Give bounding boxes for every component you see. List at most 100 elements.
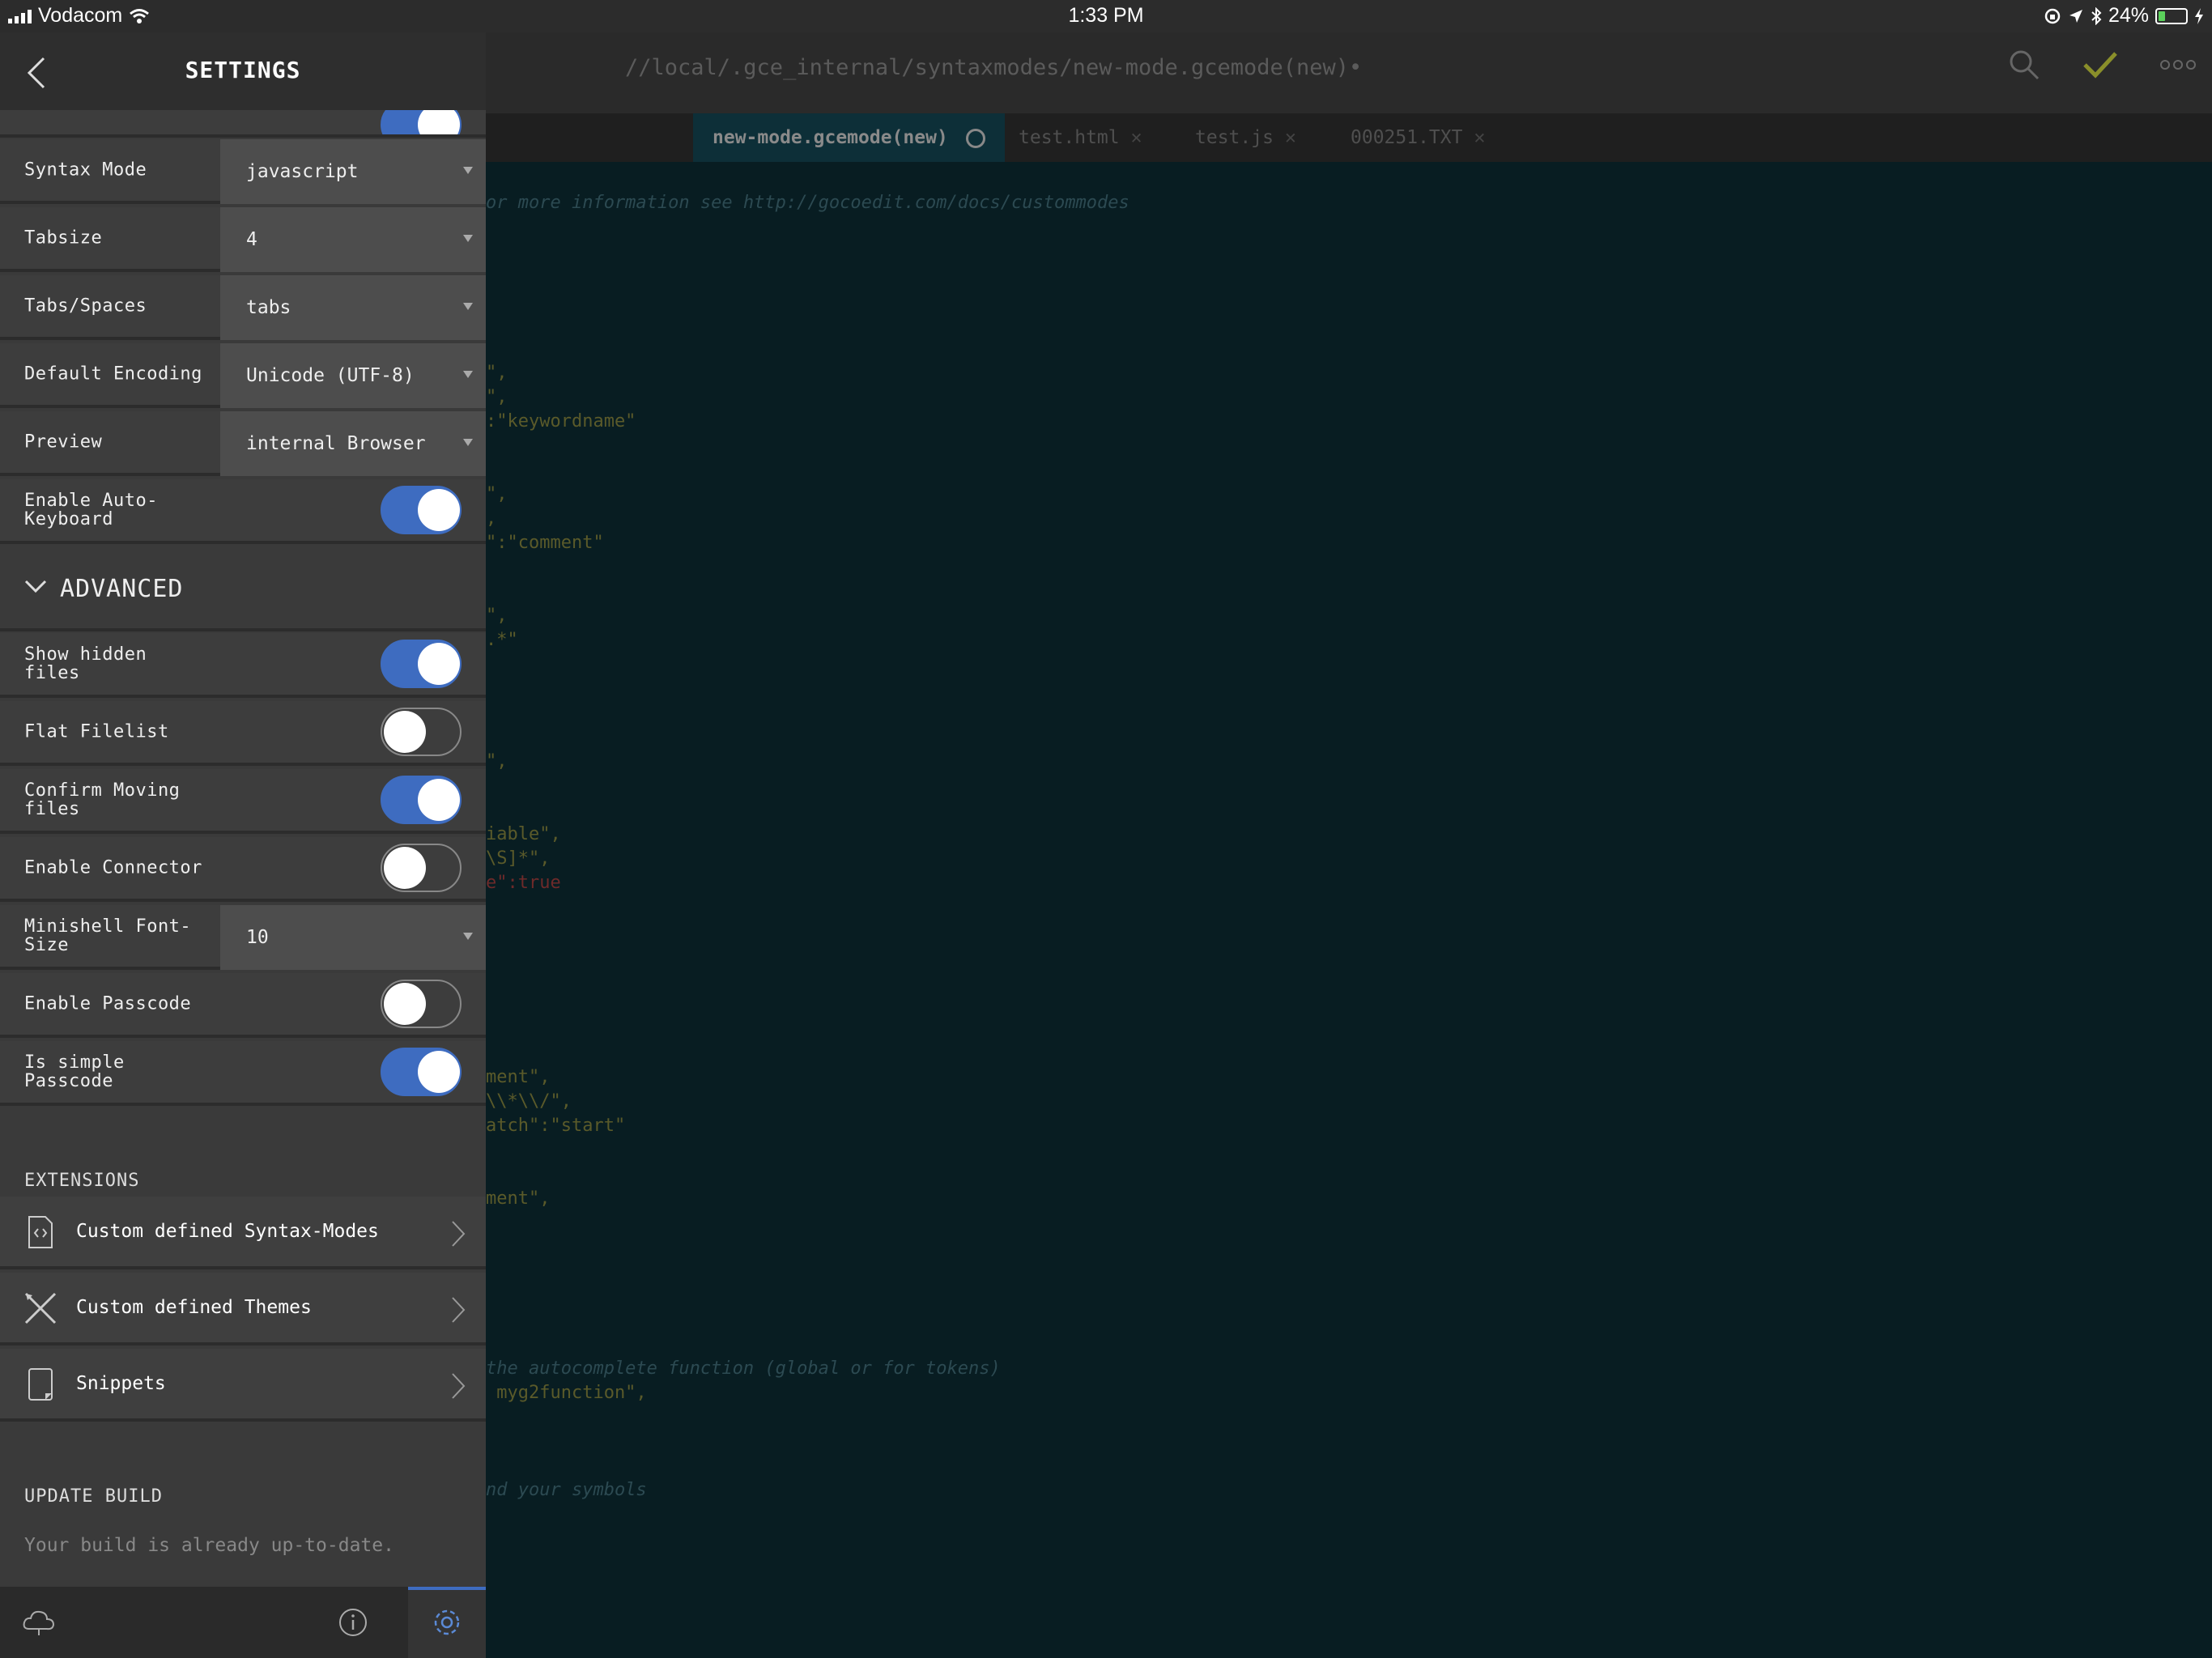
search-icon[interactable] — [2008, 49, 2040, 81]
dropdown-arrow-icon — [463, 303, 473, 310]
setting-auto-keyboard: Enable Auto-Keyboard — [0, 479, 486, 544]
themes-item[interactable]: Custom defined Themes — [0, 1273, 486, 1346]
update-build-caption: UPDATE BUILD — [24, 1486, 163, 1507]
chevron-down-icon — [24, 580, 47, 593]
checkmark-icon[interactable] — [2082, 51, 2118, 79]
code-line: ment", — [486, 1067, 551, 1087]
dropdown-arrow-icon — [463, 439, 473, 446]
code-line: .*" — [486, 630, 518, 650]
auto-keyboard-toggle[interactable] — [381, 486, 462, 534]
setting-label: Is simple Passcode — [24, 1052, 125, 1091]
code-line: , — [486, 508, 497, 529]
dropdown-arrow-icon — [463, 371, 473, 378]
code-line: nd your symbols — [486, 1480, 647, 1500]
info-icon[interactable] — [335, 1605, 371, 1640]
setting-tabs-spaces: Tabs/Spaces tabs — [0, 275, 486, 340]
setting-confirm-moving: Confirm Moving files — [0, 769, 486, 834]
bluetooth-icon — [2091, 6, 2102, 25]
setting-label: Show hidden files — [24, 644, 147, 683]
chevron-right-icon — [452, 1373, 466, 1399]
code-line: ":"comment" — [486, 533, 604, 553]
tab-new-mode[interactable]: new-mode.gcemode(new) — [693, 113, 1005, 162]
setting-enable-passcode: Enable Passcode — [0, 973, 486, 1038]
setting-label: Tabsize — [24, 227, 103, 249]
page-title: SETTINGS — [185, 57, 301, 83]
dropdown-arrow-icon — [463, 933, 473, 940]
setting-preview: Preview internal Browser — [0, 411, 486, 476]
simple-passcode-toggle[interactable] — [381, 1048, 462, 1096]
tab-test-js[interactable]: test.js ✕ — [1195, 113, 1296, 162]
code-line: iable", — [486, 824, 561, 844]
setting-label: Syntax Mode — [24, 159, 147, 181]
code-line: \\*\\/", — [486, 1091, 572, 1112]
close-icon[interactable]: ✕ — [1474, 127, 1485, 148]
settings-row-cut — [0, 110, 486, 138]
status-bar: Vodacom 1:33 PM 24% — [0, 0, 2212, 32]
dropdown-arrow-icon — [463, 167, 473, 174]
brush-pencil-icon — [24, 1292, 57, 1324]
gear-icon[interactable] — [429, 1605, 465, 1640]
code-line: ", — [486, 387, 508, 407]
code-file-icon — [28, 1216, 53, 1248]
encoding-select[interactable]: Unicode (UTF-8) — [220, 343, 486, 408]
code-line: ", — [486, 363, 508, 383]
file-path: //local/.gce_internal/syntaxmodes/new-mo… — [625, 55, 1363, 80]
minishell-font-size-select[interactable]: 10 — [220, 905, 486, 970]
setting-label: Enable Auto-Keyboard — [24, 491, 158, 529]
code-line: ment", — [486, 1188, 551, 1209]
snippets-icon — [28, 1368, 53, 1401]
code-line: ", — [486, 484, 508, 504]
more-icon[interactable] — [2160, 59, 2196, 70]
snippets-item[interactable]: Snippets — [0, 1349, 486, 1422]
setting-label: Preview — [24, 432, 103, 453]
code-line: atch":"start" — [486, 1116, 626, 1136]
preview-select[interactable]: internal Browser — [220, 411, 486, 476]
passcode-toggle[interactable] — [381, 980, 462, 1028]
show-hidden-toggle[interactable] — [381, 640, 462, 688]
tab-test-html[interactable]: test.html ✕ — [1019, 113, 1142, 162]
settings-footer — [0, 1587, 486, 1658]
flat-filelist-toggle[interactable] — [381, 708, 462, 756]
close-icon[interactable]: ✕ — [1285, 127, 1296, 148]
code-line: :"keywordname" — [486, 411, 636, 432]
tab-000251-txt[interactable]: 000251.TXT ✕ — [1351, 113, 1485, 162]
connector-toggle[interactable] — [381, 844, 462, 892]
cloud-icon[interactable] — [21, 1605, 57, 1640]
setting-show-hidden: Show hidden files — [0, 633, 486, 698]
setting-label: Minishell Font-Size — [24, 916, 192, 955]
advanced-section-header[interactable]: ADVANCED — [0, 547, 486, 631]
setting-label: Confirm Moving files — [24, 780, 181, 819]
setting-minishell-font-size: Minishell Font-Size 10 — [0, 905, 486, 970]
rotation-lock-icon — [2044, 8, 2061, 23]
location-icon — [2069, 9, 2082, 23]
syntax-mode-select[interactable]: javascript — [220, 139, 486, 204]
chevron-right-icon — [452, 1297, 466, 1323]
code-line: \S]*", — [486, 848, 551, 869]
setting-simple-passcode: Is simple Passcode — [0, 1041, 486, 1106]
syntax-modes-item[interactable]: Custom defined Syntax-Modes — [0, 1197, 486, 1269]
charging-icon — [2195, 7, 2203, 24]
code-line: myg2function", — [486, 1383, 647, 1403]
unsaved-indicator-icon — [965, 128, 985, 148]
tabs-spaces-select[interactable]: tabs — [220, 275, 486, 340]
confirm-moving-toggle[interactable] — [381, 776, 462, 824]
setting-default-encoding: Default Encoding Unicode (UTF-8) — [0, 343, 486, 408]
extensions-caption: EXTENSIONS — [24, 1171, 140, 1191]
close-icon[interactable]: ✕ — [1131, 127, 1142, 148]
toggle-switch[interactable] — [381, 110, 462, 134]
tabsize-select[interactable]: 4 — [220, 207, 486, 272]
setting-flat-filelist: Flat Filelist — [0, 701, 486, 766]
code-line: the autocomplete function (global or for… — [486, 1358, 1001, 1379]
setting-label: Enable Connector — [24, 857, 202, 878]
setting-enable-connector: Enable Connector — [0, 837, 486, 902]
battery-percent: 24% — [2108, 4, 2149, 27]
clock: 1:33 PM — [1068, 4, 1144, 27]
chevron-right-icon — [452, 1221, 466, 1247]
code-line: ", — [486, 606, 508, 626]
code-line: ", — [486, 751, 508, 772]
setting-label: Enable Passcode — [24, 993, 192, 1014]
code-line: or more information see http://gocoedit.… — [486, 193, 1129, 213]
setting-label: Flat Filelist — [24, 721, 169, 742]
setting-syntax-mode: Syntax Mode javascript — [0, 139, 486, 204]
setting-tabsize: Tabsize 4 — [0, 207, 486, 272]
